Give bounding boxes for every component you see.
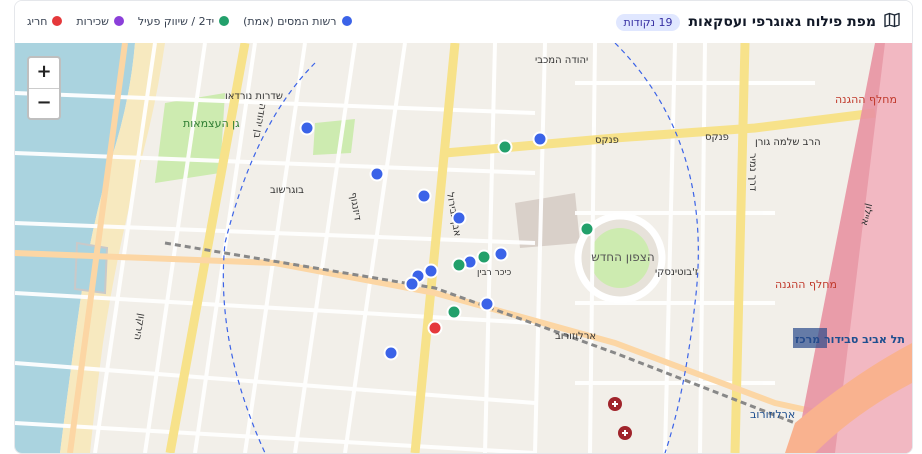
marker-outlier	[427, 320, 443, 336]
zoom-in-button[interactable]: +	[29, 58, 59, 89]
label-block: כיכר רבין	[477, 268, 511, 278]
legend-label: שכירות	[76, 14, 109, 28]
label-square: הצפון החדש	[591, 250, 655, 264]
legend-dot	[52, 16, 63, 26]
hospital-icon	[608, 397, 622, 411]
legend-label: יד2 / שיווק פעיל	[137, 14, 215, 28]
label-hahagana-2: מחלף ההגנה	[775, 278, 837, 291]
title-wrap: מפת פילוח גאוגרפי ועסקאות 19 נקודות	[615, 1, 900, 43]
marker-tax	[493, 246, 509, 262]
label-hahagana: מחלף ההגנה	[835, 93, 897, 106]
marker-tax	[404, 276, 420, 292]
marker-tax	[532, 131, 548, 147]
zoom-control: + −	[27, 56, 61, 120]
count-badge: 19 נקודות	[615, 13, 681, 31]
hospital-icon	[618, 426, 632, 440]
legend-item-outlier: חריג	[27, 14, 63, 28]
station-building	[793, 328, 827, 348]
map-header: מפת פילוח גאוגרפי ועסקאות 19 נקודות רשות…	[15, 1, 912, 44]
label-jabotinsky: ז'בוטינסקי	[655, 267, 699, 278]
marker-yad2	[451, 257, 467, 273]
map-icon	[884, 12, 900, 32]
legend-item-rent: שכירות	[76, 15, 124, 28]
marker-tax	[423, 263, 439, 279]
map-canvas[interactable]: גן העצמאות הצפון החדש פנקס פנקס ארלוזורו…	[15, 43, 912, 453]
label-namir: דרך נמיר	[747, 153, 758, 192]
legend: רשות המסים (אמת) יד2 / שיווק פעיל שכירות…	[27, 1, 352, 41]
marker-yad2	[579, 221, 595, 237]
label-park: גן העצמאות	[183, 117, 240, 130]
map-tiles: גן העצמאות הצפון החדש פנקס פנקס ארלוזורו…	[15, 43, 912, 453]
label-arlozorov: ארלוזורוב	[555, 331, 596, 342]
legend-dot	[341, 16, 352, 26]
label-goren: הרב שלמה גורן	[755, 137, 821, 148]
label-bugrashov: בוגרשוב	[270, 185, 304, 196]
marker-yad2	[497, 139, 513, 155]
marker-tax	[369, 166, 385, 182]
legend-label: חריג	[27, 14, 48, 28]
label-arlozorov-2: ארלוזורוב	[750, 408, 795, 421]
page-title: מפת פילוח גאוגרפי ועסקאות	[688, 14, 876, 30]
label-pinkas-2: פנקס	[705, 132, 729, 143]
marker-tax	[479, 296, 495, 312]
map-card: מפת פילוח גאוגרפי ועסקאות 19 נקודות רשות…	[14, 0, 913, 454]
legend-item-yad2: יד2 / שיווק פעיל	[137, 14, 230, 28]
label-nordau: שדרות נורדאו	[225, 91, 283, 102]
marker-tax	[299, 120, 315, 136]
label-pinkas: פנקס	[595, 135, 619, 146]
marker-tax	[416, 188, 432, 204]
marker-tax	[451, 210, 467, 226]
marker-yad2	[446, 304, 462, 320]
label-yehuda: יהודה המכבי	[535, 55, 588, 66]
legend-dot	[219, 16, 230, 26]
label-dizengoff: דיזנגוף	[347, 192, 363, 222]
zoom-out-button[interactable]: −	[29, 89, 59, 119]
legend-dot	[113, 16, 124, 26]
marker-tax	[383, 345, 399, 361]
label-hayarkon: הירקון	[131, 312, 147, 340]
label-ben-yehuda: בן יהודה	[251, 102, 268, 139]
marker-yad2	[476, 249, 492, 265]
legend-item-tax: רשות המסים (אמת)	[243, 14, 352, 28]
legend-label: רשות המסים (אמת)	[243, 14, 337, 28]
